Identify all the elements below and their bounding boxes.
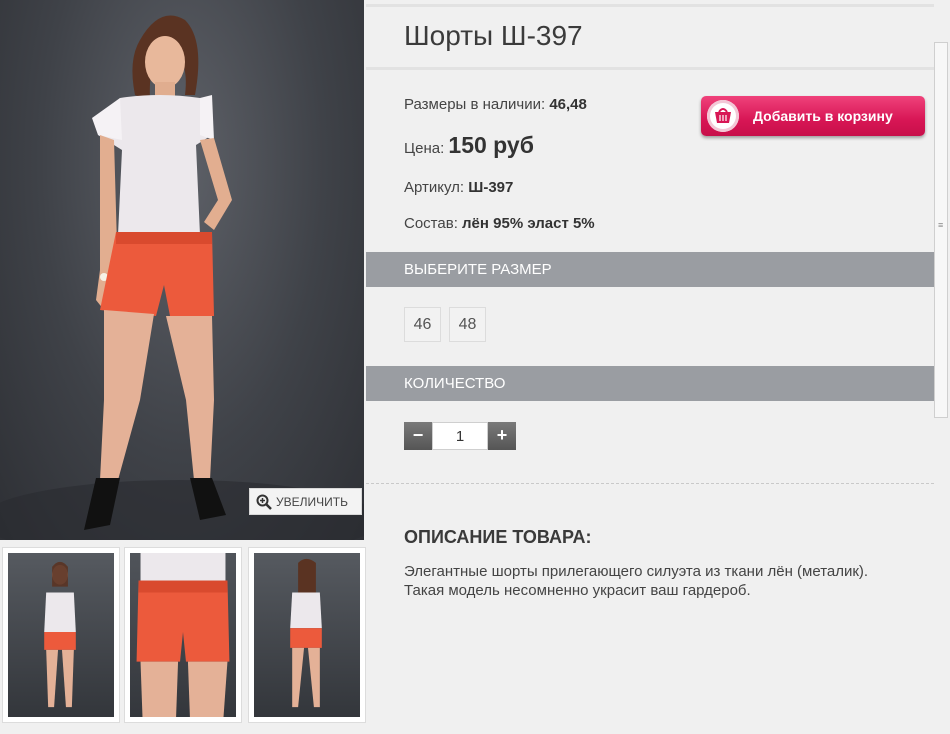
- description-title: ОПИСАНИЕ ТОВАРА:: [404, 527, 592, 547]
- product-title: Шорты Ш-397: [404, 20, 583, 51]
- sku-label: Артикул:: [404, 179, 465, 196]
- thumbnail-front-image: [44, 561, 76, 708]
- price-value: 150 руб: [448, 132, 534, 158]
- price: Цена: 150 руб: [404, 132, 534, 159]
- available-sizes: Размеры в наличии: 46,48: [404, 96, 587, 113]
- model-figure-image: [0, 15, 364, 540]
- magnifier-plus-icon: [256, 494, 272, 510]
- description-text: Элегантные шорты прилегающего силуэта из…: [404, 563, 869, 599]
- header-divider-top: [366, 4, 934, 7]
- available-sizes-label: Размеры в наличии:: [404, 96, 546, 113]
- composition-value: лён 95% эласт 5%: [462, 215, 595, 232]
- zoom-button[interactable]: УВЕЛИЧИТЬ: [249, 488, 362, 515]
- thumbnail-back-image: [290, 558, 322, 708]
- quantity-section-header: КОЛИЧЕСТВО: [366, 366, 934, 401]
- thumbnail-shorts-closeup-image: [136, 553, 230, 717]
- size-section-header: ВЫБЕРИТЕ РАЗМЕР: [366, 252, 934, 287]
- basket-icon: [707, 100, 739, 132]
- main-product-photo[interactable]: УВЕЛИЧИТЬ: [0, 0, 364, 540]
- quantity-increase-button[interactable]: +: [488, 422, 516, 450]
- composition-label: Состав:: [404, 215, 458, 232]
- thumbnail-back[interactable]: [248, 547, 366, 723]
- size-option-46[interactable]: 46: [404, 307, 441, 342]
- scrollbar-thumb[interactable]: ≡: [934, 42, 948, 418]
- scrollbar-grip-icon: ≡: [938, 220, 944, 230]
- composition: Состав: лён 95% эласт 5%: [404, 215, 595, 232]
- add-to-cart-button[interactable]: Добавить в корзину: [701, 96, 925, 136]
- price-label: Цена:: [404, 140, 445, 157]
- section-divider: [366, 483, 934, 484]
- size-option-48[interactable]: 48: [449, 307, 486, 342]
- header-divider-bottom: [366, 67, 934, 70]
- thumbnail-gallery: [0, 547, 366, 727]
- thumbnail-front[interactable]: [2, 547, 120, 723]
- add-to-cart-label: Добавить в корзину: [753, 108, 893, 124]
- thumbnail-shorts-closeup[interactable]: [124, 547, 242, 723]
- quantity-input[interactable]: [432, 422, 488, 450]
- sku-value: Ш-397: [468, 179, 514, 196]
- zoom-button-label: УВЕЛИЧИТЬ: [276, 494, 348, 509]
- available-sizes-value: 46,48: [549, 96, 587, 113]
- sku: Артикул: Ш-397: [404, 179, 513, 196]
- quantity-decrease-button[interactable]: −: [404, 422, 432, 450]
